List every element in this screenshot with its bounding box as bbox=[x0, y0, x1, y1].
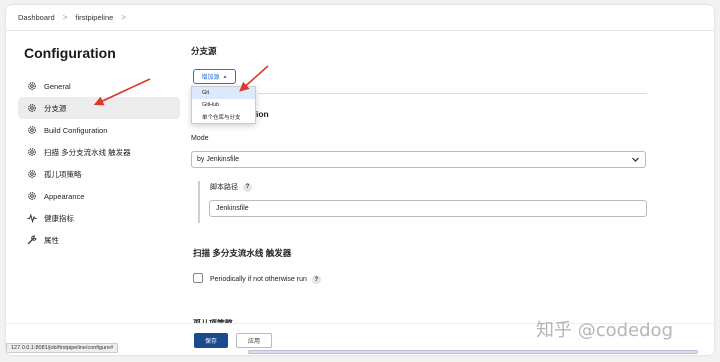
sidebar-item-build-configuration[interactable]: Build Configuration bbox=[18, 119, 180, 141]
wrench-icon bbox=[26, 235, 37, 246]
breadcrumb-dashboard[interactable]: Dashboard bbox=[18, 13, 55, 22]
sidebar-item-label: General bbox=[44, 81, 71, 91]
mode-select[interactable]: by Jenkinsfile bbox=[191, 151, 646, 168]
sidebar-item-label: 健康指标 bbox=[44, 213, 74, 223]
section-title-scan-triggers: 扫描 多分支流水线 触发器 bbox=[193, 248, 292, 258]
script-path-label-row: 脚本路径 ? bbox=[210, 182, 252, 192]
watermark: 知乎 @codedog bbox=[536, 320, 673, 341]
chevron-down-icon bbox=[631, 155, 640, 166]
sidebar-item-label: Build Configuration bbox=[44, 125, 108, 135]
sidebar-item-orphan-strategy[interactable]: 孤儿项策略 bbox=[18, 163, 180, 185]
dropdown-option-single-repo[interactable]: 单个仓库与分支 bbox=[192, 111, 255, 123]
status-bar-url: 127.0.0.1:8081/job/firstpipeline/configu… bbox=[6, 343, 119, 353]
help-icon[interactable]: ? bbox=[243, 182, 252, 192]
sidebar-item-branch-sources[interactable]: 分支源 bbox=[18, 97, 180, 119]
gear-icon bbox=[26, 147, 37, 158]
divider bbox=[258, 93, 647, 94]
gear-icon bbox=[26, 103, 37, 114]
main-form: 分支源 增加源 ▲ Git GitHub 单个仓库与分支 ion Mode by… bbox=[190, 5, 650, 355]
gear-icon bbox=[26, 81, 37, 92]
horizontal-scrollbar[interactable] bbox=[248, 350, 698, 354]
save-button[interactable]: 保存 bbox=[194, 333, 228, 348]
caret-down-icon: ▲ bbox=[222, 73, 228, 80]
breadcrumb-separator: > bbox=[121, 13, 126, 22]
sidebar-item-label: Appearance bbox=[44, 191, 85, 201]
periodically-label[interactable]: Periodically if not otherwise run bbox=[210, 276, 307, 283]
pulse-icon bbox=[26, 213, 37, 224]
page-title: Configuration bbox=[24, 45, 116, 61]
script-path-input[interactable]: Jenkinsfile bbox=[209, 200, 647, 217]
jenkins-window: Dashboard > firstpipeline > Configuratio… bbox=[6, 5, 714, 355]
help-icon[interactable]: ? bbox=[311, 275, 321, 284]
mode-label: Mode bbox=[191, 135, 209, 142]
add-source-dropdown: Git GitHub 单个仓库与分支 bbox=[191, 86, 256, 124]
section-title-build-configuration: ion bbox=[256, 109, 269, 119]
periodically-checkbox[interactable] bbox=[193, 273, 203, 283]
gear-icon bbox=[26, 191, 37, 202]
add-source-button[interactable]: 增加源 ▲ bbox=[193, 69, 236, 84]
mode-select-value: by Jenkinsfile bbox=[197, 156, 240, 163]
dropdown-option-git[interactable]: Git bbox=[192, 87, 255, 99]
sidebar-item-label: 孤儿项策略 bbox=[44, 169, 82, 179]
nested-indicator bbox=[198, 181, 200, 223]
script-path-value: Jenkinsfile bbox=[216, 205, 249, 212]
apply-button[interactable]: 应用 bbox=[236, 333, 272, 348]
sidebar-item-properties[interactable]: 属性 bbox=[18, 229, 180, 251]
breadcrumb-separator: > bbox=[62, 13, 68, 22]
gear-icon bbox=[26, 125, 37, 136]
sidebar-item-appearance[interactable]: Appearance bbox=[18, 185, 180, 207]
sidebar-item-general[interactable]: General bbox=[18, 75, 180, 97]
section-title-branch-sources: 分支源 bbox=[191, 46, 217, 56]
dropdown-option-github[interactable]: GitHub bbox=[192, 99, 255, 111]
script-path-label: 脚本路径 bbox=[210, 184, 238, 191]
sidebar-item-label: 扫描 多分支流水线 触发器 bbox=[44, 147, 131, 157]
sidebar-item-label: 分支源 bbox=[44, 103, 67, 113]
add-source-label: 增加源 bbox=[201, 75, 220, 81]
sidebar: General 分支源 Build Configuration 扫描 多分支流水… bbox=[18, 75, 180, 251]
sidebar-item-label: 属性 bbox=[44, 235, 59, 245]
sidebar-item-health-metrics[interactable]: 健康指标 bbox=[18, 207, 180, 229]
breadcrumb-firstpipeline[interactable]: firstpipeline bbox=[75, 13, 113, 22]
sidebar-item-scan-triggers[interactable]: 扫描 多分支流水线 触发器 bbox=[18, 141, 180, 163]
gear-icon bbox=[26, 169, 37, 180]
periodically-label-row: Periodically if not otherwise run ? bbox=[210, 275, 321, 284]
